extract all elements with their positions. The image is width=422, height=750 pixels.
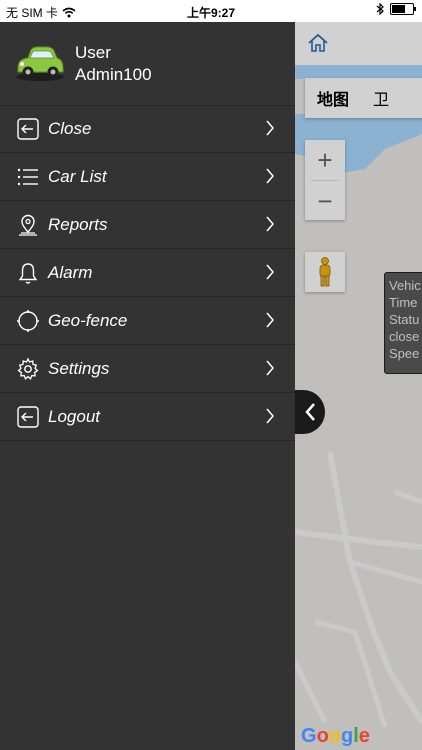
chevron-right-icon — [266, 264, 274, 280]
chevron-right-icon — [266, 408, 274, 424]
bell-icon — [18, 263, 38, 284]
bluetooth-icon — [376, 3, 384, 15]
tab-map[interactable]: 地图 — [305, 86, 361, 110]
info-close: close — [389, 329, 420, 344]
menu-label-geo-fence: Geo-fence — [48, 311, 128, 330]
map-view[interactable]: 地图 卫 + − Vehic Time Statu close Spee Goo… — [295, 22, 422, 750]
zoom-control: + − — [305, 140, 345, 220]
info-speed: Spee — [389, 346, 420, 361]
menu-item-reports[interactable]: Reports — [0, 201, 295, 249]
chevron-right-icon — [266, 120, 274, 136]
zoom-in-button[interactable]: + — [305, 140, 345, 180]
menu-item-logout[interactable]: Logout — [0, 393, 295, 441]
username: Admin100 — [75, 65, 152, 84]
water-area — [295, 65, 422, 79]
menu-item-alarm[interactable]: Alarm — [0, 249, 295, 297]
vehicle-info-window[interactable]: Vehic Time Statu close Spee — [384, 272, 422, 374]
chevron-right-icon — [266, 360, 274, 376]
gear-icon — [17, 357, 39, 380]
user-label: User — [75, 43, 111, 62]
info-time: Time — [389, 295, 418, 310]
google-logo: Google — [301, 725, 370, 747]
menu-label-close: Close — [48, 119, 92, 138]
street-view-button[interactable] — [305, 252, 345, 292]
menu-label-reports: Reports — [48, 215, 108, 234]
close-arrow-icon — [17, 118, 39, 140]
menu-label-settings: Settings — [48, 359, 110, 378]
status-icons — [376, 3, 416, 15]
menu-label-car-list: Car List — [48, 167, 107, 186]
chevron-left-icon — [305, 403, 315, 421]
zoom-out-button[interactable]: − — [305, 181, 345, 221]
chevron-right-icon — [266, 216, 274, 232]
status-bar: 无 SIM 卡 上午9:27 — [0, 0, 422, 22]
logout-icon — [17, 406, 39, 428]
drawer-menu: Close Car List Reports Alarm Geo-fence S… — [0, 105, 295, 441]
geofence-icon — [17, 310, 39, 332]
menu-item-geo-fence[interactable]: Geo-fence — [0, 297, 295, 345]
tab-satellite[interactable]: 卫 — [361, 86, 401, 110]
info-vehicle: Vehic — [389, 278, 421, 293]
side-drawer: User Admin100 Close Car List Reports Ala… — [0, 22, 295, 750]
menu-label-alarm: Alarm — [48, 263, 93, 282]
map-type-tabs: 地图 卫 — [305, 78, 422, 118]
info-status: Statu — [389, 312, 420, 327]
clock: 上午9:27 — [186, 6, 236, 20]
drawer-header: User Admin100 — [0, 22, 295, 106]
list-icon — [17, 168, 38, 186]
battery-icon — [390, 3, 416, 15]
location-pin-icon — [19, 214, 37, 236]
chevron-right-icon — [266, 168, 274, 184]
menu-item-car-list[interactable]: Car List — [0, 153, 295, 201]
pegman-icon — [319, 257, 331, 287]
menu-label-logout: Logout — [48, 407, 100, 426]
menu-item-close[interactable]: Close — [0, 105, 295, 153]
menu-item-settings[interactable]: Settings — [0, 345, 295, 393]
chevron-right-icon — [266, 312, 274, 328]
home-icon[interactable] — [307, 33, 329, 53]
green-car-icon — [16, 46, 64, 81]
